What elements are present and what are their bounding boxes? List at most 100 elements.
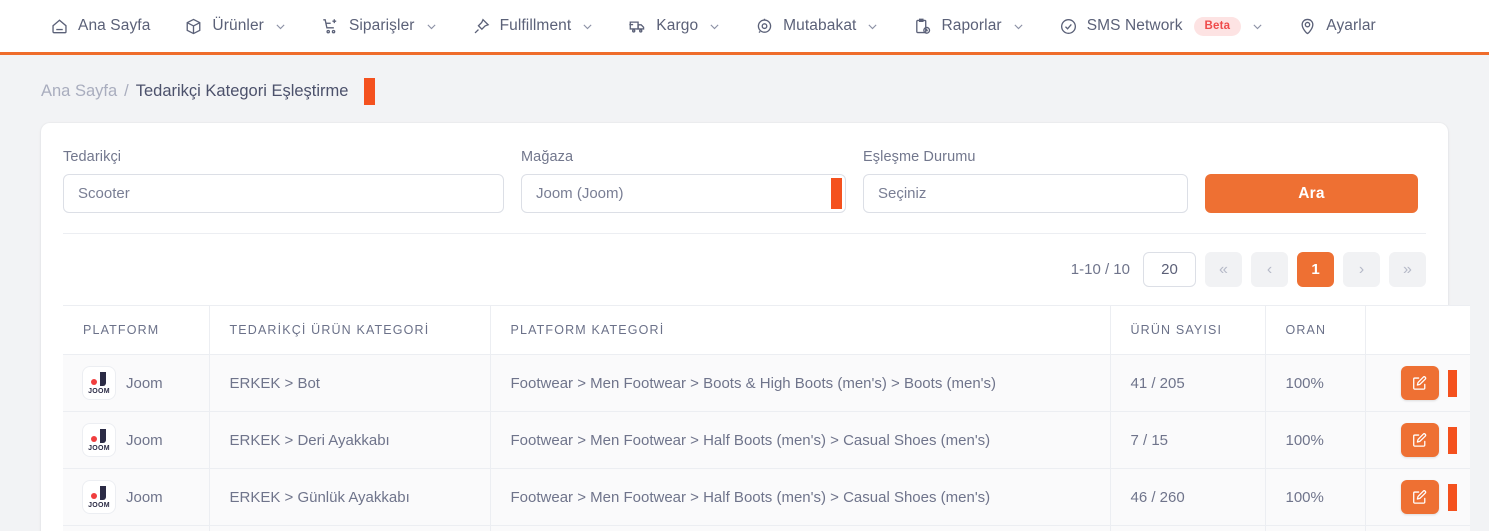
supplier-input[interactable]: Scooter — [63, 174, 504, 213]
cell-platform-category: Footwear > Men Footwear > Boots & High B… — [490, 354, 1111, 412]
column-header-platform: PLATFORM — [63, 305, 210, 355]
pagination: 1-10 / 10 20 « ‹ 1 › » — [63, 234, 1426, 305]
chevron-down-icon[interactable] — [274, 20, 287, 33]
nav-item-label: Fulfillment — [499, 17, 572, 34]
edit-button[interactable] — [1400, 480, 1439, 514]
cell-product-count: 41 / 205 — [1110, 354, 1266, 412]
pagination-range: 1-10 / 10 — [1070, 261, 1130, 278]
store-value: Joom (Joom) — [536, 185, 624, 202]
cell-platform-category: Footwear > Men Footwear > Half Boots (me… — [490, 468, 1111, 526]
table-body: JOOM Joom ERKEK > Bot Footwear > Men Foo… — [63, 354, 1470, 531]
page-size-value: 20 — [1161, 261, 1178, 278]
chevron-down-icon[interactable] — [581, 20, 594, 33]
nav-item-mutabakat[interactable]: Mutabakat — [755, 17, 879, 36]
cell-ratio: 100% — [1265, 411, 1366, 469]
nav-item-label: Raporlar — [941, 17, 1002, 34]
cell-ratio — [1265, 525, 1366, 531]
pagination-last-button[interactable]: » — [1389, 252, 1426, 287]
pagination-next-button[interactable]: › — [1343, 252, 1380, 287]
chevron-down-icon[interactable] — [866, 20, 879, 33]
store-label: Mağaza — [521, 149, 574, 165]
table-row[interactable] — [63, 525, 1470, 531]
match-status-field-group: Eşleşme Durumu Seçiniz — [863, 149, 1188, 213]
pagination-first-button[interactable]: « — [1205, 252, 1242, 287]
match-status-select[interactable]: Seçiniz — [863, 174, 1188, 213]
cell-product-count — [1110, 525, 1266, 531]
breadcrumb-root-link[interactable]: Ana Sayfa — [41, 82, 117, 101]
pin-icon — [472, 17, 491, 36]
cell-supplier-category: ERKEK > Deri Ayakkabı — [209, 411, 491, 469]
cell-actions — [1365, 411, 1470, 469]
nav-item-ana-sayfa[interactable]: Ana Sayfa — [50, 17, 150, 36]
cell-supplier-category: ERKEK > Günlük Ayakkabı — [209, 468, 491, 526]
filter-bar: Tedarikçi Scooter Mağaza Joom (Joom) Eşl… — [63, 145, 1426, 234]
edit-button[interactable] — [1400, 366, 1439, 400]
settings-pin-icon — [1298, 17, 1317, 36]
cell-product-count: 7 / 15 — [1110, 411, 1266, 469]
clipboard-icon — [913, 17, 932, 36]
edit-icon — [1411, 375, 1428, 392]
nav-item-fulfillment[interactable]: Fulfillment — [472, 17, 595, 36]
nav-item-label: Ürünler — [212, 17, 264, 34]
supplier-field-group: Tedarikçi Scooter — [63, 149, 504, 213]
table-header-row: PLATFORM TEDARİKÇİ ÜRÜN KATEGORİ PLATFOR… — [63, 305, 1470, 355]
truck-icon — [628, 17, 647, 36]
supplier-value: Scooter — [78, 185, 130, 202]
chevron-down-icon[interactable] — [1012, 20, 1025, 33]
nav-item-label: Kargo — [656, 17, 699, 34]
target-icon — [755, 17, 774, 36]
search-button[interactable]: Ara — [1205, 174, 1418, 213]
edit-button[interactable] — [1400, 423, 1439, 457]
chevron-down-icon[interactable] — [1251, 20, 1264, 33]
pagination-prev-button[interactable]: ‹ — [1251, 252, 1288, 287]
nav-item-label: SMS Network — [1086, 17, 1183, 34]
nav-item-raporlar[interactable]: Raporlar — [913, 17, 1024, 36]
nav-item-urunler[interactable]: Ürünler — [184, 17, 287, 36]
cell-platform: JOOM Joom — [63, 411, 210, 469]
edit-icon — [1411, 489, 1428, 506]
nav-item-kargo[interactable]: Kargo — [628, 17, 721, 36]
column-header-ratio: ORAN — [1265, 305, 1366, 355]
cursor-marker — [831, 178, 842, 209]
cell-actions — [1365, 525, 1470, 531]
nav-item-ayarlar[interactable]: Ayarlar — [1298, 17, 1376, 36]
column-header-supplier-category: TEDARİKÇİ ÜRÜN KATEGORİ — [209, 305, 491, 355]
breadcrumb-separator: / — [124, 82, 129, 100]
cell-supplier-category: ERKEK > Bot — [209, 354, 491, 412]
table-row[interactable]: JOOM Joom ERKEK > Deri Ayakkabı Footwear… — [63, 411, 1470, 469]
cell-actions — [1365, 468, 1470, 526]
cell-platform-category: Footwear > Men Footwear > Half Boots (me… — [490, 411, 1111, 469]
joom-logo-icon: JOOM — [83, 481, 115, 513]
table-row[interactable]: JOOM Joom ERKEK > Günlük Ayakkabı Footwe… — [63, 468, 1470, 526]
nav-item-label: Ayarlar — [1326, 17, 1376, 34]
box-icon — [184, 17, 203, 36]
cell-actions — [1365, 354, 1470, 412]
edit-icon — [1411, 432, 1428, 449]
store-field-group: Mağaza Joom (Joom) — [521, 149, 846, 213]
platform-name: Joom — [126, 488, 163, 506]
status-badge-beta: Beta — [1193, 16, 1242, 36]
cursor-marker — [1447, 483, 1457, 511]
nav-item-siparisler[interactable]: Siparişler — [321, 17, 438, 36]
page-title: Tedarikçi Kategori Eşleştirme — [135, 82, 349, 100]
cell-ratio: 100% — [1265, 468, 1366, 526]
nav-item-label: Mutabakat — [783, 17, 857, 34]
joom-logo-icon: JOOM — [83, 367, 115, 399]
column-header-actions — [1365, 305, 1470, 355]
store-select[interactable]: Joom (Joom) — [521, 174, 846, 213]
nav-item-sms-network[interactable]: SMS Network Beta — [1059, 16, 1265, 36]
cursor-marker — [364, 78, 376, 105]
nav-item-label: Ana Sayfa — [78, 17, 151, 34]
table-row[interactable]: JOOM Joom ERKEK > Bot Footwear > Men Foo… — [63, 354, 1470, 412]
chevron-down-icon[interactable] — [425, 20, 438, 33]
page-size-select[interactable]: 20 — [1143, 252, 1196, 287]
cart-plus-icon — [321, 17, 340, 36]
top-navigation-bar: Ana Sayfa Ürünler Siparişler Fulfillment… — [0, 0, 1489, 55]
pagination-page-1-button[interactable]: 1 — [1297, 252, 1334, 287]
chevron-down-icon[interactable] — [708, 20, 721, 33]
cell-platform: JOOM Joom — [63, 354, 210, 412]
cell-platform: JOOM Joom — [63, 468, 210, 526]
platform-name: Joom — [126, 431, 163, 449]
home-icon — [50, 17, 69, 36]
joom-logo-icon: JOOM — [83, 424, 115, 456]
